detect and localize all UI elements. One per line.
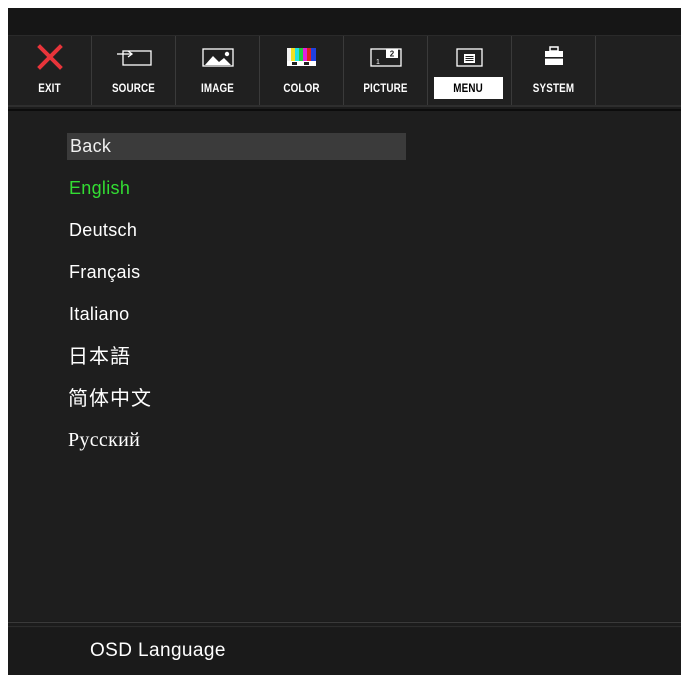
language-item-francais[interactable]: Français	[69, 259, 140, 286]
tab-source-label: SOURCE	[111, 81, 156, 95]
tab-color-label: COLOR	[283, 81, 320, 95]
osd-window: EXIT SOURCE IMAGE COLOR 2 1 PICTURE MENU…	[8, 8, 681, 675]
toolbar: EXIT SOURCE IMAGE COLOR 2 1 PICTURE MENU…	[8, 35, 681, 106]
language-item-english[interactable]: English	[69, 175, 130, 202]
close-icon	[8, 44, 91, 70]
menu-icon	[428, 45, 511, 69]
footer-title: OSD Language	[90, 640, 226, 661]
language-item-simplified-chinese[interactable]: 简体中文	[68, 385, 152, 412]
image-icon	[176, 45, 259, 69]
color-bars-icon	[260, 45, 343, 69]
tab-system[interactable]: SYSTEM	[512, 36, 596, 106]
svg-text:2: 2	[389, 50, 394, 59]
footer-divider	[8, 622, 681, 623]
tab-exit[interactable]: EXIT	[8, 36, 92, 106]
svg-text:1: 1	[376, 59, 380, 66]
language-item-italiano[interactable]: Italiano	[69, 301, 129, 328]
tab-menu-label: MENU	[434, 77, 503, 99]
footer: OSD Language	[8, 628, 681, 675]
tab-menu-label-text: MENU	[453, 81, 484, 95]
tab-picture[interactable]: 2 1 PICTURE	[344, 36, 428, 106]
tab-color[interactable]: COLOR	[260, 36, 344, 106]
language-item-japanese[interactable]: 日本語	[68, 343, 131, 370]
language-item-russian[interactable]: Русский	[68, 427, 140, 454]
footer-divider-inner	[8, 626, 681, 627]
top-strip	[8, 8, 681, 35]
tab-menu[interactable]: MENU	[428, 36, 512, 106]
tab-source[interactable]: SOURCE	[92, 36, 176, 106]
toolbox-icon	[512, 45, 595, 69]
toolbar-divider	[8, 105, 681, 107]
tab-exit-label: EXIT	[38, 81, 61, 95]
source-input-icon	[92, 45, 175, 69]
tab-system-label: SYSTEM	[532, 81, 575, 95]
language-menu: Back English Deutsch Français Italiano 日…	[8, 111, 681, 621]
tab-image[interactable]: IMAGE	[176, 36, 260, 106]
tab-picture-label: PICTURE	[363, 81, 408, 95]
language-item-deutsch[interactable]: Deutsch	[69, 217, 137, 244]
picture-in-picture-icon: 2 1	[344, 45, 427, 69]
back-item[interactable]: Back	[67, 133, 406, 160]
tab-image-label: IMAGE	[200, 81, 235, 95]
